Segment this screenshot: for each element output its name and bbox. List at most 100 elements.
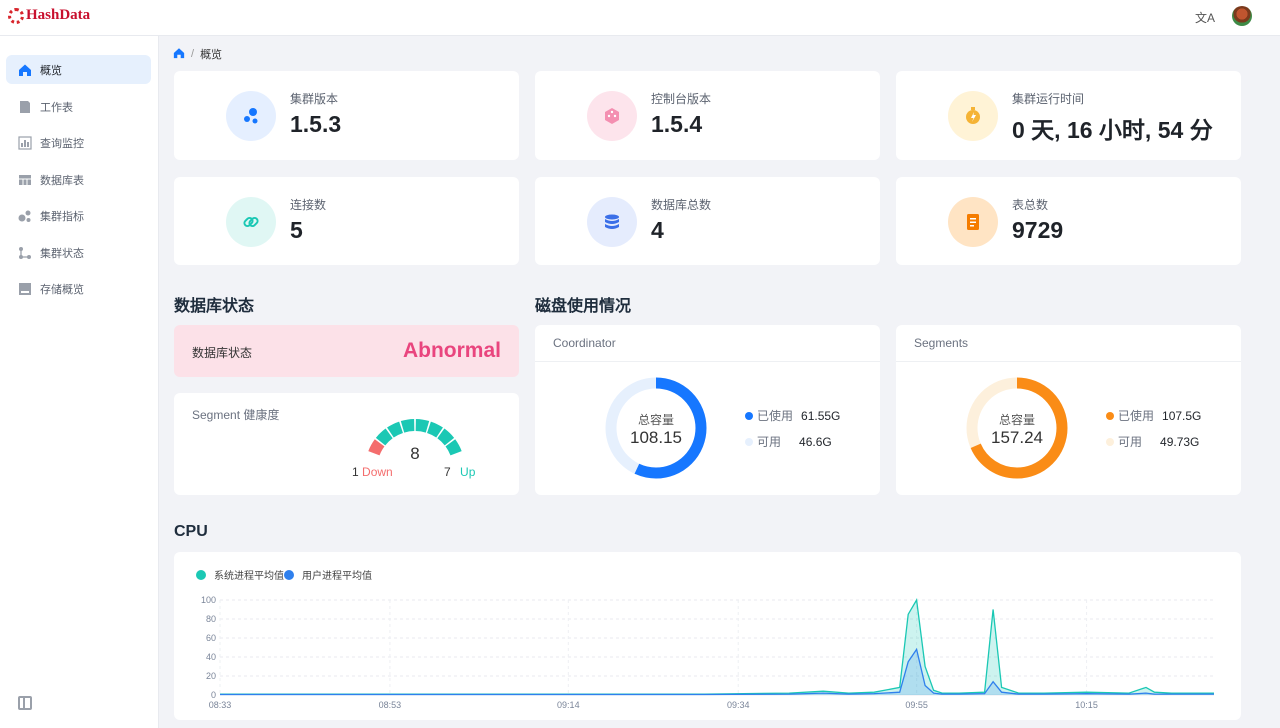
legend-value: 49.73G: [1160, 434, 1200, 449]
translate-icon[interactable]: 文A: [1195, 9, 1215, 26]
legend-dot: [745, 411, 753, 420]
bar-chart-icon: [18, 135, 32, 150]
stat-value: 9729: [1012, 217, 1064, 243]
segment-down: 1 Down: [352, 465, 393, 479]
y-tick-label: 80: [206, 614, 216, 624]
stat-card-cluster-uptime: 集群运行时间 0 天, 16 小时, 54 分: [896, 71, 1241, 160]
breadcrumb-current: 概览: [200, 49, 223, 61]
legend-dot: [1106, 437, 1114, 446]
stat-card-table-count: 表总数 9729: [896, 177, 1241, 265]
sidebar-item-label: 集群状态: [40, 247, 84, 260]
disk-center-label: 总容量: [999, 412, 1035, 427]
sidebar-item-cluster-status[interactable]: 集群状态: [6, 238, 151, 267]
link-icon: [226, 197, 276, 247]
stat-value: 0 天, 16 小时, 54 分: [1012, 117, 1213, 143]
database-icon: [587, 197, 637, 247]
stat-card-cluster-version: 集群版本 1.5.3: [174, 71, 519, 160]
legend-dot: [1106, 411, 1114, 420]
collapse-sidebar-icon[interactable]: [18, 696, 32, 710]
disk-card-title: Segments: [914, 336, 969, 350]
segment-up-count: 7: [444, 465, 451, 479]
sidebar-item-query-monitor[interactable]: 查询监控: [6, 128, 151, 157]
x-tick-label: 10:15: [1075, 700, 1098, 710]
disk-card-segments: Segments 总容量 157.24 已使用 107.5G 可用 49.73G: [896, 325, 1241, 495]
top-bar: HashData 文A: [0, 0, 1280, 36]
x-tick-label: 08:33: [209, 700, 232, 710]
stat-value: 1.5.3: [290, 111, 342, 137]
disk-card-title: Coordinator: [553, 336, 616, 350]
segment-up-label: Up: [460, 465, 476, 479]
breadcrumb: / 概览: [173, 46, 222, 62]
sidebar-item-worksheet[interactable]: 工作表: [6, 92, 151, 121]
table-icon: [18, 173, 32, 187]
breadcrumb-separator: /: [191, 48, 195, 60]
cluster-status-icon: [18, 246, 32, 260]
stat-card-console-version: 控制台版本 1.5.4: [535, 71, 880, 160]
stat-label: 集群版本: [290, 92, 339, 106]
hashdata-logo-icon: [8, 7, 24, 24]
segment-total: 8: [410, 444, 419, 463]
stat-label: 连接数: [290, 198, 327, 212]
legend-label: 已使用: [1118, 409, 1155, 423]
cpu-chart: 0 20 40 60 80 100 08:33 08:53 09:14 09:34 09:55 10:…: [201, 595, 1214, 710]
legend-value: 61.55G: [801, 408, 841, 423]
stat-label: 表总数: [1012, 198, 1049, 212]
stat-card-connections: 连接数 5: [174, 177, 519, 265]
legend-value: 46.6G: [799, 434, 832, 449]
disk-legend-used: 已使用 107.5G: [1106, 407, 1201, 424]
disk-legend-free: 可用 49.73G: [1106, 433, 1199, 450]
disk-section-title: 磁盘使用情况: [535, 298, 632, 315]
sidebar-item-overview[interactable]: 概览: [6, 55, 151, 84]
series-line: [220, 598, 1214, 695]
db-status-card: 数据库状态 Abnormal: [174, 325, 519, 377]
card-divider: [896, 361, 1241, 362]
sidebar-item-label: 存储概览: [40, 283, 84, 296]
segment-health-card: Segment 健康度 8 1 Down 7 Up: [174, 393, 519, 495]
x-tick-label: 09:55: [905, 700, 928, 710]
sidebar-item-label: 集群指标: [40, 210, 84, 223]
db-status-label: 数据库状态: [192, 346, 253, 360]
sidebar-item-database-tables[interactable]: 数据库表: [6, 165, 151, 194]
legend-label: 可用: [757, 435, 782, 449]
worksheet-icon: [18, 100, 32, 114]
cpu-section-title: CPU: [174, 523, 208, 540]
y-tick-label: 0: [211, 690, 216, 700]
y-tick-label: 100: [201, 595, 216, 605]
sidebar-item-cluster-metrics[interactable]: 集群指标: [6, 201, 151, 230]
sidebar-item-label: 数据库表: [40, 174, 84, 187]
stat-label: 控制台版本: [651, 92, 712, 106]
legend-label: 可用: [1118, 435, 1143, 449]
disk-center-value: 157.24: [991, 428, 1043, 447]
stat-label: 集群运行时间: [1012, 92, 1085, 106]
series-area: [220, 649, 1214, 695]
logo-text: HashData: [26, 7, 91, 23]
stat-value: 1.5.4: [651, 111, 703, 137]
disk-donut: 总容量 108.15: [605, 377, 707, 479]
storage-icon: [18, 282, 32, 296]
segment-health-title: Segment 健康度: [192, 408, 280, 422]
sidebar-item-storage-overview[interactable]: 存储概览: [6, 274, 151, 303]
home-icon: [18, 63, 32, 77]
x-tick-label: 09:14: [557, 700, 580, 710]
stat-label: 数据库总数: [651, 198, 712, 212]
stat-value: 5: [290, 217, 303, 243]
segment-down-count: 1: [352, 465, 359, 479]
series-area: [220, 600, 1214, 695]
sidebar-item-label: 概览: [40, 64, 62, 77]
home-icon[interactable]: [173, 47, 185, 62]
stopwatch-icon: [948, 91, 998, 141]
cluster-metrics-icon: [18, 209, 32, 223]
logo[interactable]: HashData: [8, 7, 90, 24]
y-tick-label: 60: [206, 633, 216, 643]
y-tick-label: 40: [206, 652, 216, 662]
stat-card-database-count: 数据库总数 4: [535, 177, 880, 265]
db-status-value: Abnormal: [402, 339, 501, 362]
x-tick-label: 08:53: [379, 700, 402, 710]
stat-value: 4: [651, 217, 664, 243]
gauge-segment-up: [400, 419, 415, 433]
user-avatar[interactable]: [1232, 6, 1252, 26]
disk-center-label: 总容量: [638, 412, 674, 427]
disk-card-coordinator: Coordinator 总容量 108.15 已使用 61.55G 可用 46.…: [535, 325, 880, 495]
legend-value: 107.5G: [1162, 408, 1202, 423]
db-status-section-title: 数据库状态: [174, 298, 255, 315]
